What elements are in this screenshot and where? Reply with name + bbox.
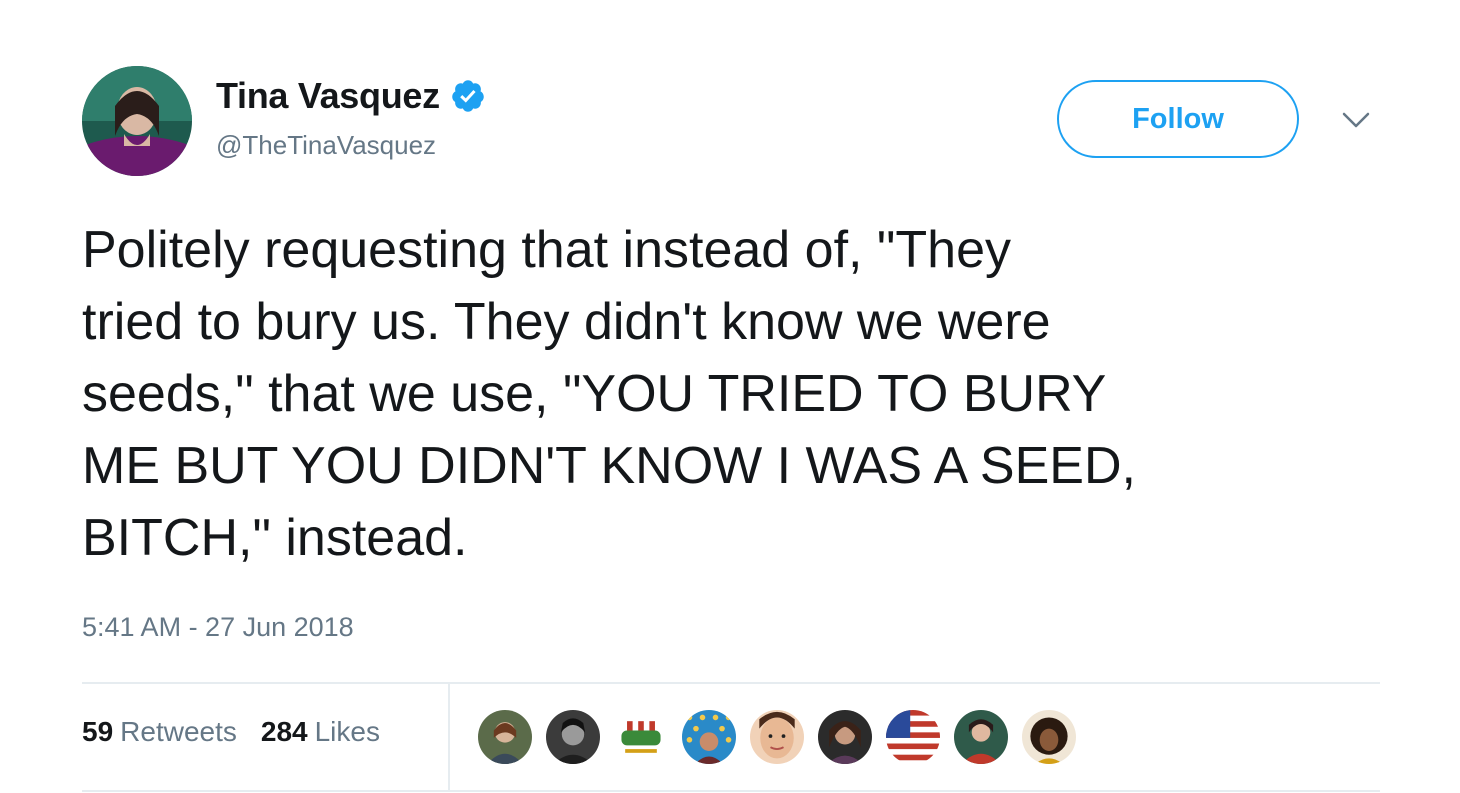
retweets-label: Retweets: [120, 716, 237, 747]
tweet-timestamp[interactable]: 5:41 AM - 27 Jun 2018: [82, 612, 354, 643]
stats-divider-top: [82, 682, 1380, 684]
likes-label: Likes: [314, 716, 380, 747]
liker-avatar-5[interactable]: [748, 708, 806, 766]
author-avatar[interactable]: [82, 66, 192, 176]
retweets-count: 59: [82, 716, 114, 747]
liker-avatar-3[interactable]: [612, 708, 670, 766]
tweet-stats: 59 Retweets 284 Likes: [82, 716, 380, 748]
liker-avatars: [476, 708, 1088, 768]
stats-divider-bottom: [82, 790, 1380, 792]
liker-avatar-8[interactable]: [952, 708, 1010, 766]
liker-avatar-2[interactable]: [544, 708, 602, 766]
author-display-name[interactable]: Tina Vasquez: [216, 75, 440, 117]
tweet-text: Politely requesting that instead of, "Th…: [82, 221, 1136, 567]
chevron-down-icon[interactable]: [1340, 108, 1372, 132]
author-name-row: Tina Vasquez: [216, 74, 486, 118]
liker-avatar-9[interactable]: [1020, 708, 1078, 766]
liker-avatar-1[interactable]: [476, 708, 534, 766]
liker-avatar-4[interactable]: [680, 708, 738, 766]
likes-stat[interactable]: 284 Likes: [261, 716, 380, 748]
author-handle[interactable]: @TheTinaVasquez: [216, 130, 436, 161]
stats-divider-vertical: [448, 684, 450, 790]
likes-count: 284: [260, 716, 308, 747]
liker-avatar-7[interactable]: [884, 708, 942, 766]
verified-badge-icon: [450, 78, 486, 114]
retweets-stat[interactable]: 59 Retweets: [82, 716, 237, 748]
liker-avatar-6[interactable]: [816, 708, 874, 766]
follow-button[interactable]: Follow: [1057, 80, 1299, 158]
